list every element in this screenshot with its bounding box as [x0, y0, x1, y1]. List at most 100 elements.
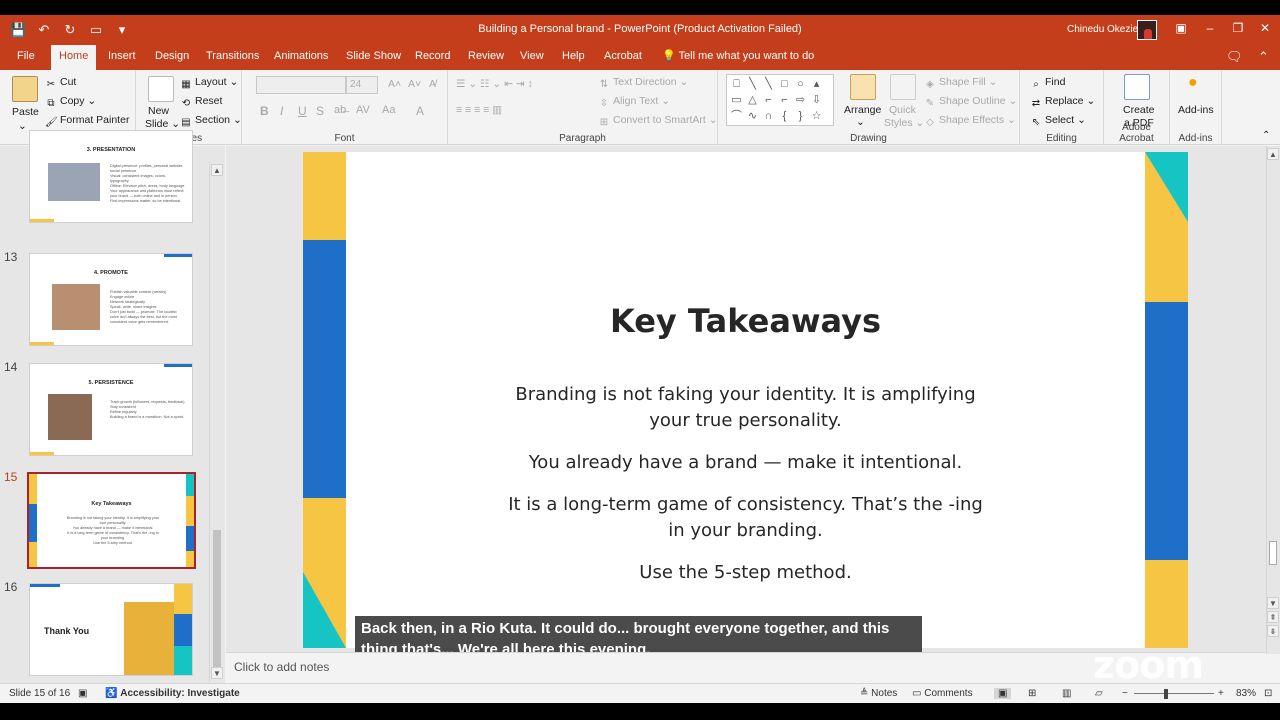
create-pdf-icon[interactable]: [1124, 74, 1150, 100]
slide-show-icon[interactable]: ▱: [1095, 688, 1103, 699]
avatar[interactable]: [1137, 20, 1157, 40]
current-slide[interactable]: Key Takeaways Branding is not faking you…: [303, 152, 1188, 648]
tell-me-search[interactable]: 💡 Tell me what you want to do: [662, 45, 814, 70]
comments-button[interactable]: ▭ Comments: [912, 688, 973, 699]
tab-help[interactable]: Help: [554, 45, 593, 70]
collapse-ribbon-icon[interactable]: ⌃: [1258, 49, 1269, 65]
bold-icon[interactable]: B: [260, 104, 269, 118]
decrease-font-icon[interactable]: A˅: [408, 78, 421, 90]
change-case-icon[interactable]: Aa: [382, 104, 395, 116]
reading-view-icon[interactable]: ▥: [1062, 688, 1071, 699]
more-shapes-icon[interactable]: ▴: [809, 77, 824, 92]
brace-shape-icon[interactable]: {: [777, 109, 792, 124]
arrow-shape-icon[interactable]: ⇨: [793, 93, 808, 108]
convert-smartart-button[interactable]: ⊞ Convert to SmartArt ⌄: [598, 114, 718, 129]
cut-button[interactable]: ✂ Cut: [45, 76, 77, 91]
shape-outline-button[interactable]: ✎ Shape Outline ⌄: [924, 95, 1017, 110]
thumbnail-scrollbar[interactable]: ▲ ▼: [209, 162, 224, 682]
minimize-icon[interactable]: –: [1200, 21, 1220, 35]
canvas-scrollbar[interactable]: ▲ ▼ ⇞ ⇟: [1266, 146, 1280, 654]
tab-animations[interactable]: Animations: [266, 45, 336, 70]
tab-view[interactable]: View: [512, 45, 552, 70]
undo-icon[interactable]: ↶: [36, 22, 52, 38]
paste-icon[interactable]: [12, 76, 38, 102]
font-color-icon[interactable]: A: [416, 104, 424, 118]
reset-button[interactable]: ⟲ Reset: [180, 95, 223, 110]
slide-thumbnail-13[interactable]: 4. PROMOTE Publish valuable content (wee…: [29, 253, 193, 346]
textbox-shape-icon[interactable]: ⎕: [729, 77, 744, 92]
scroll-down-icon[interactable]: ▼: [1267, 597, 1279, 609]
start-from-beginning-icon[interactable]: ▭: [88, 22, 104, 38]
replace-button[interactable]: ⇄ Replace ⌄: [1030, 95, 1095, 110]
font-name-field[interactable]: [256, 76, 346, 94]
new-slide-label-1[interactable]: New: [148, 105, 169, 117]
save-icon[interactable]: 💾: [10, 22, 26, 38]
format-painter-button[interactable]: 🖌 Format Painter: [45, 114, 129, 129]
slide-thumbnail-16[interactable]: Thank You: [29, 583, 193, 676]
user-name[interactable]: Chinedu Okezie: [1067, 24, 1138, 35]
clear-formatting-icon[interactable]: A̸: [429, 78, 436, 90]
accessibility-button[interactable]: ♿ Accessibility: Investigate: [105, 688, 240, 699]
text-direction-button[interactable]: ⇅ Text Direction ⌄: [598, 76, 689, 91]
layout-button[interactable]: ▦ Layout ⌄: [180, 76, 238, 91]
italic-icon[interactable]: I: [280, 104, 283, 118]
character-spacing-icon[interactable]: AV: [356, 104, 370, 116]
zoom-slider-thumb[interactable]: [1164, 689, 1168, 699]
arrange-icon[interactable]: [850, 74, 876, 100]
triangle-shape-icon[interactable]: △: [745, 93, 760, 108]
comments-icon[interactable]: 🗨: [1226, 49, 1243, 65]
arrange-dropdown-icon[interactable]: ⌄: [856, 116, 865, 128]
slide-body[interactable]: Branding is not faking your identity. It…: [503, 382, 988, 602]
scroll-down-icon[interactable]: ▼: [211, 667, 223, 679]
find-button[interactable]: ⌕ Find: [1030, 76, 1065, 91]
new-slide-icon[interactable]: [148, 76, 174, 102]
slide-thumbnail-12[interactable]: 3. PRESENTATION Digital presence: profil…: [29, 130, 193, 223]
star-shape-icon[interactable]: ☆: [809, 109, 824, 124]
font-size-field[interactable]: 24: [346, 76, 378, 94]
zoom-slider[interactable]: [1134, 693, 1214, 694]
quick-styles-button[interactable]: Styles ⌄: [884, 117, 924, 129]
spelling-icon[interactable]: ▣: [78, 688, 87, 699]
curve-shape-icon[interactable]: ⌒: [729, 109, 744, 124]
section-button[interactable]: ▤ Section ⌄: [180, 114, 241, 129]
underline-icon[interactable]: U: [298, 104, 307, 118]
scroll-up-icon[interactable]: ▲: [1267, 148, 1279, 160]
arrange-button[interactable]: Arrange: [844, 104, 881, 116]
addins-button[interactable]: Add-ins: [1178, 104, 1214, 116]
tab-slide-show[interactable]: Slide Show: [338, 45, 409, 70]
tab-acrobat[interactable]: Acrobat: [596, 45, 650, 70]
tab-record[interactable]: Record: [407, 45, 458, 70]
fit-slide-icon[interactable]: ⊡: [1264, 688, 1272, 699]
curve-shape-icon[interactable]: ∿: [745, 109, 760, 124]
slide-thumbnail-14[interactable]: 5. PERSISTENCE Track growth (followers, …: [29, 363, 193, 456]
create-pdf-label-1[interactable]: Create: [1123, 104, 1155, 116]
connector-shape-icon[interactable]: ⌐: [761, 93, 776, 108]
close-icon[interactable]: ✕: [1255, 21, 1275, 35]
slide-sorter-icon[interactable]: ⊞: [1028, 688, 1036, 699]
previous-slide-icon[interactable]: ⇞: [1267, 611, 1279, 623]
tab-transitions[interactable]: Transitions: [198, 45, 267, 70]
tab-home[interactable]: Home: [51, 45, 97, 70]
rectangle-shape-icon[interactable]: ▭: [729, 93, 744, 108]
shape-effects-button[interactable]: ◇ Shape Effects ⌄: [924, 114, 1016, 129]
select-button[interactable]: ⇖ Select ⌄: [1030, 114, 1086, 129]
brace-shape-icon[interactable]: }: [793, 109, 808, 124]
tab-design[interactable]: Design: [147, 45, 197, 70]
zoom-level[interactable]: 83%: [1236, 688, 1256, 699]
shadow-icon[interactable]: S: [316, 104, 324, 118]
increase-font-icon[interactable]: A˄: [388, 78, 401, 90]
slide-thumbnail-15[interactable]: Key Takeaways Branding is not faking you…: [27, 472, 196, 569]
arrow-shape-icon[interactable]: ⇩: [809, 93, 824, 108]
paste-dropdown-icon[interactable]: ⌄: [18, 120, 27, 132]
new-slide-button[interactable]: Slide ⌄: [145, 118, 180, 130]
restore-icon[interactable]: ❐: [1228, 21, 1248, 35]
oval-shape-icon[interactable]: ○: [793, 77, 808, 92]
ribbon-collapse-icon[interactable]: ⌃: [1262, 130, 1270, 141]
line-shape-icon[interactable]: ╲: [745, 77, 760, 92]
copy-button[interactable]: ⧉ Copy ⌄: [45, 95, 96, 110]
scroll-up-icon[interactable]: ▲: [211, 164, 223, 176]
align-text-button[interactable]: ⇳ Align Text ⌄: [598, 95, 670, 110]
redo-icon[interactable]: ↻: [62, 22, 78, 38]
next-slide-icon[interactable]: ⇟: [1267, 625, 1279, 637]
connector-shape-icon[interactable]: ⌐: [777, 93, 792, 108]
